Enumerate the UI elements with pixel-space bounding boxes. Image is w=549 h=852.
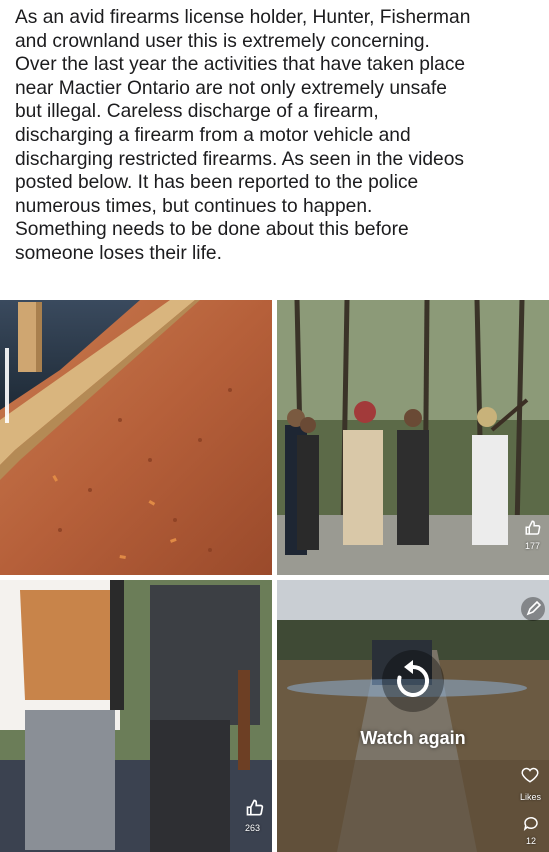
watch-again-label[interactable]: Watch again	[277, 728, 549, 749]
post-text-line: posted below. It has been reported to th…	[15, 172, 419, 194]
post-text-line: discharging a firearm from a motor vehic…	[15, 124, 411, 146]
media-tile-men-with-rifles[interactable]: 263	[0, 580, 272, 852]
men-with-rifles-image	[0, 580, 272, 852]
thumbs-up-icon[interactable]	[524, 519, 542, 542]
pencil-icon[interactable]	[520, 596, 546, 627]
comment-icon[interactable]	[522, 814, 540, 837]
post-text-line: As an avid firearms license holder, Hunt…	[15, 7, 471, 28]
bridge-casings-image	[0, 300, 272, 575]
media-tile-group-forest[interactable]: 177	[277, 300, 549, 575]
comment-count: 12	[526, 836, 537, 846]
post-text-line: numerous times, but continues to happen.	[15, 195, 373, 217]
like-count: 177	[525, 541, 541, 551]
heart-icon[interactable]	[521, 766, 539, 789]
post-text: As an avid firearms license holder, Hunt…	[15, 6, 540, 266]
group-forest-image	[277, 300, 549, 575]
post-text-line: but illegal. Careless discharge of a fir…	[15, 101, 379, 123]
post-text-line: and crownland user this is extremely con…	[15, 30, 430, 52]
likes-label: Likes	[520, 792, 542, 802]
post-text-line: Something needs to be done about this be…	[15, 219, 409, 241]
replay-button[interactable]	[382, 650, 444, 712]
thumbs-up-icon[interactable]	[245, 798, 265, 823]
media-tile-bridge-casings[interactable]	[0, 300, 272, 575]
replay-icon	[397, 660, 430, 697]
post-text-line: discharging restricted firearms. As seen…	[15, 148, 464, 170]
post-text-line: Over the last year the activities that h…	[15, 54, 466, 76]
like-count: 263	[245, 823, 261, 833]
post-text-line: near Mactier Ontario are not only extrem…	[15, 77, 447, 99]
vehicle-marsh-image	[277, 580, 549, 852]
media-tile-vehicle-marsh[interactable]: Watch again Likes 12	[277, 580, 549, 852]
post-text-line: someone loses their life.	[15, 242, 222, 264]
